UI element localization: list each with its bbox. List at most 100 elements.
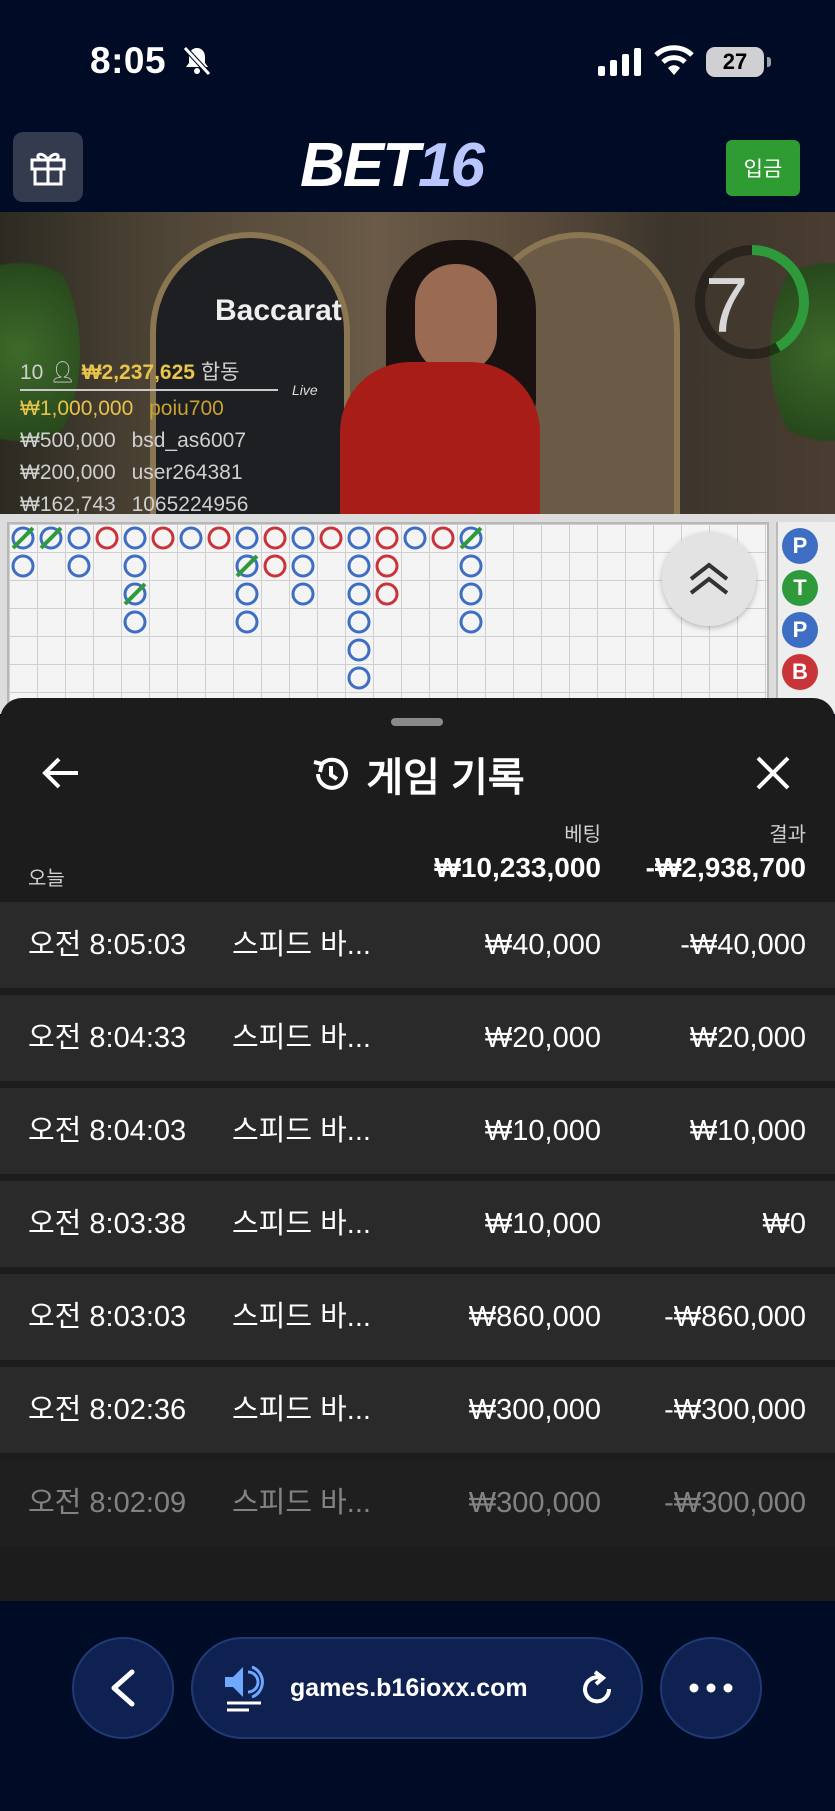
row-result: -₩300,000 [664,1394,806,1426]
gift-icon [30,152,66,186]
speaker-icon [225,1665,264,1712]
more-button[interactable] [660,1637,762,1739]
close-icon [756,756,790,790]
history-row[interactable]: 오전 8:02:09 스피드 바... ₩300,000 -₩300,000 [0,1460,835,1546]
browser-back-button[interactable] [72,1637,174,1739]
countdown-timer: 7 [705,261,749,349]
live-video[interactable]: Baccarat Live 7 10 👤︎ ₩2,237,625 합동 ₩1,0… [0,212,835,514]
player-mark [347,526,371,550]
status-bar: 8:05 27 [0,0,835,120]
gift-button[interactable] [13,132,83,202]
page: 8:05 27 BET16 입금 Baccarat Live 7 10 👤︎ ₩… [0,0,835,1811]
player-mark [347,638,371,662]
url-text: games.b16ioxx.com [290,1674,528,1702]
banker-mark [263,554,287,578]
game-sub: Live [292,382,318,398]
history-row[interactable]: 오전 8:05:03 스피드 바... ₩40,000 -₩40,000 [0,902,835,988]
cellular-signal-icon [598,48,641,76]
row-bet: ₩300,000 [468,1487,601,1519]
banker-mark [319,526,343,550]
history-row[interactable]: 오전 8:02:36 스피드 바... ₩300,000 -₩300,000 [0,1367,835,1453]
banker-mark [263,526,287,550]
row-bet: ₩40,000 [484,929,601,961]
history-row[interactable]: 오전 8:04:03 스피드 바... ₩10,000 ₩10,000 [0,1088,835,1174]
dealer-face [415,264,497,374]
row-bet: ₩860,000 [468,1301,601,1333]
dealer-body [340,362,540,514]
bet-summary: 10 👤︎ ₩2,237,625 합동 [20,357,278,389]
player-mark [123,610,147,634]
logo-part-bet: BET [300,131,420,200]
player-mark [459,554,483,578]
banker-mark [375,526,399,550]
history-row[interactable]: 오전 8:04:33 스피드 바... ₩20,000 ₩20,000 [0,995,835,1081]
total-bet: ₩10,233,000 [434,852,601,883]
player-mark [235,582,259,606]
total-bet-amount: ₩2,237,625 [81,361,195,384]
history-icon [313,757,349,790]
player-count: 10 [20,361,44,384]
deposit-button[interactable]: 입금 [726,140,800,196]
player-mark [123,554,147,578]
player-mark [235,526,259,550]
row-game: 스피드 바... [232,1487,371,1519]
bettor-user: user264381 [131,461,243,484]
row-game: 스피드 바... [232,1394,371,1426]
player-mark [235,610,259,634]
bettor-list: 10 👤︎ ₩2,237,625 합동 ₩1,000,000 poiu700 ₩… [20,357,278,514]
bettor-amount: ₩162,743 [20,493,116,514]
column-header-bet: 베팅 [564,824,601,846]
row-game: 스피드 바... [232,929,371,961]
browser-toolbar: games.b16ioxx.com [0,1601,835,1811]
bettor-user: 1065224956 [131,493,249,514]
bettor-amount: ₩200,000 [20,461,116,484]
bettor-amount: ₩1,000,000 [20,397,134,420]
close-button[interactable] [748,748,798,798]
player-mark [347,554,371,578]
row-bet: ₩10,000 [484,1115,601,1147]
banker-mark [431,526,455,550]
row-time: 오전 8:04:33 [28,1022,187,1054]
chevron-left-icon [111,1669,135,1707]
bead-pill: P [782,528,818,564]
row-time: 오전 8:05:03 [28,929,187,961]
player-mark [459,582,483,606]
bead-pill: B [782,654,818,690]
bettor-amount: ₩500,000 [20,429,116,452]
player-mark [291,582,315,606]
person-icon: 👤︎ [49,361,76,384]
sheet-title-text: 게임 기록 [366,756,525,800]
reload-icon[interactable] [577,1669,617,1709]
double-chevron-up-icon [689,562,729,595]
sheet-title: 게임 기록 [0,746,835,802]
row-result: ₩0 [762,1208,807,1240]
bead-road-column: P T P B [776,522,835,712]
row-result: ₩20,000 [689,1022,806,1054]
history-row[interactable]: 오전 8:03:03 스피드 바... ₩860,000 -₩860,000 [0,1274,835,1360]
bettor-user: bsd_as6007 [131,429,247,452]
player-mark [347,610,371,634]
bettor-row: ₩200,000 user264381 [20,457,278,489]
address-bar[interactable]: games.b16ioxx.com [191,1637,643,1739]
player-mark [291,554,315,578]
big-road-marks [11,526,483,690]
bettor-user: poiu700 [149,397,224,420]
bet16-logo: BET16 [300,130,485,201]
row-result: -₩40,000 [680,929,806,961]
status-time: 8:05 [90,40,167,81]
row-time: 오전 8:03:03 [28,1301,187,1333]
history-row[interactable]: 오전 8:03:38 스피드 바... ₩10,000 ₩0 [0,1181,835,1267]
row-time: 오전 8:02:09 [28,1487,187,1519]
battery-indicator: 27 [706,47,771,77]
expand-button[interactable] [662,532,756,626]
banker-mark [95,526,119,550]
game-name: Baccarat [215,294,342,327]
bettor-row: ₩162,743 1065224956 [20,489,278,514]
row-time: 오전 8:03:38 [28,1208,187,1240]
column-header-result: 결과 [769,824,806,846]
player-mark [347,582,371,606]
row-game: 스피드 바... [232,1208,371,1240]
sheet-grabber[interactable] [391,718,443,726]
player-mark [459,610,483,634]
row-game: 스피드 바... [232,1022,371,1054]
